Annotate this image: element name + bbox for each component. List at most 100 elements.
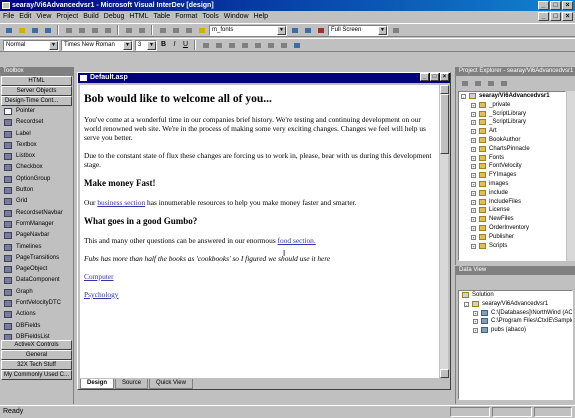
project-tree-item[interactable]: + FontVelocity [459, 162, 565, 171]
expand-icon[interactable]: + [471, 155, 476, 161]
italic-button[interactable]: I [170, 40, 179, 50]
menu-window[interactable]: Window [224, 13, 249, 20]
view-object-icon[interactable] [472, 78, 483, 88]
toolbox-item[interactable]: Pointer [0, 106, 73, 117]
expand-icon[interactable]: + [473, 328, 478, 334]
add-item-icon[interactable] [16, 25, 27, 35]
minimize-button[interactable]: _ [538, 1, 549, 10]
menu-html[interactable]: HTML [129, 13, 148, 20]
toolbox-item[interactable]: PageObject [0, 264, 73, 275]
project-tree-item[interactable]: + _private [459, 101, 565, 110]
expand-icon[interactable]: + [471, 120, 476, 126]
project-tree-item[interactable]: + FYImages [459, 171, 565, 180]
toolbox-tab-general[interactable]: General [1, 350, 72, 360]
toolbox-item[interactable]: Listbox [0, 151, 73, 162]
menu-help[interactable]: Help [254, 13, 268, 20]
doc-minimize-button[interactable]: _ [420, 73, 429, 81]
menu-tools[interactable]: Tools [202, 13, 218, 20]
data-view-tree[interactable]: Solution - searay/Vi6Advancedvsr1 + C:\[… [458, 290, 573, 400]
toolbox-item[interactable]: Actions [0, 309, 73, 320]
expand-icon[interactable]: + [471, 102, 476, 108]
connection-pubs[interactable]: + pubs (abaco) [459, 326, 572, 335]
project-tree-item[interactable]: + IncludeFiles [459, 198, 565, 207]
project-explorer-icon[interactable] [289, 25, 300, 35]
toolbox-item[interactable]: FontVelocityDTC [0, 298, 73, 309]
menu-edit[interactable]: Edit [19, 13, 31, 20]
expand-icon[interactable]: + [471, 137, 476, 143]
toolbox-item[interactable]: DBFields [0, 321, 73, 332]
scroll-down-icon[interactable] [440, 369, 449, 378]
menu-format[interactable]: Format [175, 13, 197, 20]
refresh-icon[interactable] [485, 78, 496, 88]
expand-icon[interactable]: + [471, 225, 476, 231]
cut-icon[interactable] [63, 25, 74, 35]
paste-icon[interactable] [89, 25, 100, 35]
view-code-icon[interactable] [459, 78, 470, 88]
properties-icon[interactable] [302, 25, 313, 35]
chevron-down-icon[interactable]: ▼ [378, 25, 387, 35]
toolbox-item[interactable]: Checkbox [0, 162, 73, 173]
tab-quick-view[interactable]: Quick View [149, 379, 193, 389]
delete-icon[interactable] [102, 25, 113, 35]
project-root[interactable]: - searay/Vi6Advancedvsr1 [459, 92, 565, 101]
expand-icon[interactable]: + [471, 190, 476, 196]
design-editor[interactable]: Bob would like to welcome all of you... … [80, 85, 439, 378]
project-tree-item[interactable]: + images [459, 180, 565, 189]
doc-maximize-button[interactable]: □ [430, 73, 439, 81]
expand-icon[interactable]: + [473, 319, 478, 325]
psychology-link[interactable]: Psychology [84, 290, 119, 299]
toolbox-item[interactable]: Grid [0, 196, 73, 207]
connection-sample[interactable]: + C:\Program Files\CtxIE\Sample [459, 317, 572, 326]
menu-debug[interactable]: Debug [104, 13, 125, 20]
expand-icon[interactable]: + [471, 208, 476, 214]
project-tree-item[interactable]: + NewFiles [459, 215, 565, 224]
object-combo[interactable]: m_fonts ▼ [209, 24, 287, 36]
copy-project-icon[interactable] [498, 78, 509, 88]
undo-icon[interactable] [123, 25, 134, 35]
chevron-down-icon[interactable]: ▼ [123, 40, 132, 50]
align-center-icon[interactable] [213, 40, 224, 50]
collapse-icon[interactable]: - [464, 301, 469, 307]
chevron-down-icon[interactable]: ▼ [49, 40, 58, 50]
align-left-icon[interactable] [200, 40, 211, 50]
toolbox-item[interactable]: DBFieldsList [0, 332, 73, 340]
redo-icon[interactable] [136, 25, 147, 35]
menu-build[interactable]: Build [83, 13, 99, 20]
project-tree-item[interactable]: + _ScriptLibrary [459, 110, 565, 119]
view-combo[interactable]: Full Screen ▼ [328, 24, 388, 36]
project-tree-item[interactable]: + Scripts [459, 242, 565, 251]
more-icon[interactable] [390, 25, 401, 35]
project-tree-item[interactable]: + Art [459, 127, 565, 136]
save-all-icon[interactable] [42, 25, 53, 35]
find-icon[interactable] [196, 25, 207, 35]
computer-link[interactable]: Computer [84, 272, 114, 281]
toolbox-item[interactable]: Textbox [0, 140, 73, 151]
bold-button[interactable]: B [159, 40, 168, 50]
align-right-icon[interactable] [226, 40, 237, 50]
mdi-restore-button[interactable]: □ [550, 12, 561, 21]
project-tree-item[interactable]: + ChartsPinnacle [459, 145, 565, 154]
bullet-list-icon[interactable] [252, 40, 263, 50]
scroll-thumb[interactable] [440, 94, 449, 154]
menu-table[interactable]: Table [153, 13, 170, 20]
scroll-up-icon[interactable] [440, 85, 449, 94]
project-tree-item[interactable]: + _ScriptLibrary [459, 118, 565, 127]
toolbox-item[interactable]: PageTransitions [0, 253, 73, 264]
toolbox-item[interactable]: DataComponent [0, 275, 73, 286]
expand-icon[interactable]: + [471, 217, 476, 223]
project-scrollbar[interactable] [567, 91, 575, 261]
mdi-minimize-button[interactable]: _ [538, 12, 549, 21]
solution-node[interactable]: Solution [459, 291, 572, 300]
collapse-icon[interactable]: - [461, 94, 466, 99]
toolbox-item[interactable]: OptionGroup [0, 174, 73, 185]
business-section-link[interactable]: business section [97, 198, 145, 207]
link-icon[interactable] [291, 40, 302, 50]
project-tree-item[interactable]: + OrderInventory [459, 224, 565, 233]
toolbox-icon[interactable] [315, 25, 326, 35]
expand-icon[interactable]: + [471, 129, 476, 135]
project-tree-item[interactable]: + include [459, 189, 565, 198]
chevron-down-icon[interactable]: ▼ [147, 40, 156, 50]
toolbox-tab-32x-tech[interactable]: 32X Tech Stuff [1, 360, 72, 370]
expand-icon[interactable]: + [471, 111, 476, 117]
toolbox-tab-activex[interactable]: ActiveX Controls [1, 340, 72, 350]
